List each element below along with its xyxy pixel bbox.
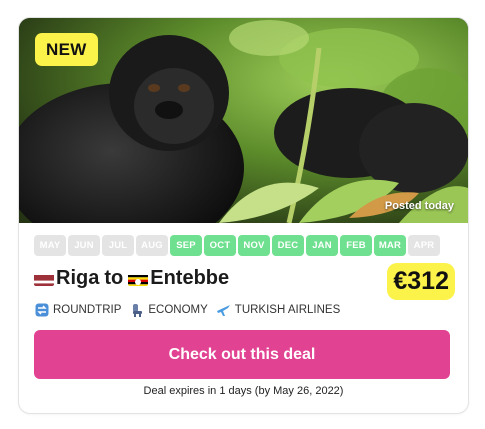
month-sep: SEP xyxy=(170,235,202,256)
route-connector: to xyxy=(104,267,124,289)
seat-icon xyxy=(129,303,145,317)
uganda-flag-icon xyxy=(128,272,149,286)
cabin-tag: ECONOMY xyxy=(129,303,208,317)
month-apr: APR xyxy=(408,235,440,256)
month-may: MAY xyxy=(34,235,66,256)
month-feb: FEB xyxy=(340,235,372,256)
trip-type-tag: ROUNDTRIP xyxy=(34,303,121,317)
travel-months: MAY JUN JUL AUG SEP OCT NOV DEC JAN FEB MAR APR xyxy=(34,235,440,256)
origin-city: Riga xyxy=(56,267,100,289)
month-jan: JAN xyxy=(306,235,338,256)
month-aug: AUG xyxy=(136,235,168,256)
trip-type-label: ROUNDTRIP xyxy=(53,304,122,316)
month-jul: JUL xyxy=(102,235,134,256)
month-mar: MAR xyxy=(374,235,406,256)
posted-label: Posted today xyxy=(384,200,454,212)
month-dec: DEC xyxy=(272,235,304,256)
airline-tag: TURKISH AIRLINES xyxy=(216,303,340,317)
month-nov: NOV xyxy=(238,235,270,256)
price-badge: €312 xyxy=(387,263,455,300)
airline-label: TURKISH AIRLINES xyxy=(234,304,341,316)
latvia-flag-icon xyxy=(34,272,54,286)
airplane-icon xyxy=(216,303,232,317)
month-oct: OCT xyxy=(204,235,236,256)
deal-tags: ROUNDTRIP ECONOMY TURKISH AIRLINES xyxy=(34,303,340,317)
check-deal-button[interactable]: Check out this deal xyxy=(34,330,450,379)
expiry-text: Deal expires in 1 days (by May 26, 2022) xyxy=(143,385,344,397)
month-jun: JUN xyxy=(68,235,100,256)
roundtrip-icon xyxy=(34,303,50,317)
destination-photo: NEW Posted today xyxy=(19,18,468,223)
new-badge: NEW xyxy=(35,33,98,66)
destination-city: Entebbe xyxy=(150,267,230,289)
deal-card[interactable]: NEW Posted today MAY JUN JUL AUG SEP OCT NOV DE… xyxy=(18,17,469,414)
route-title: Riga to Entebbe xyxy=(34,267,229,290)
cabin-label: ECONOMY xyxy=(148,304,208,316)
